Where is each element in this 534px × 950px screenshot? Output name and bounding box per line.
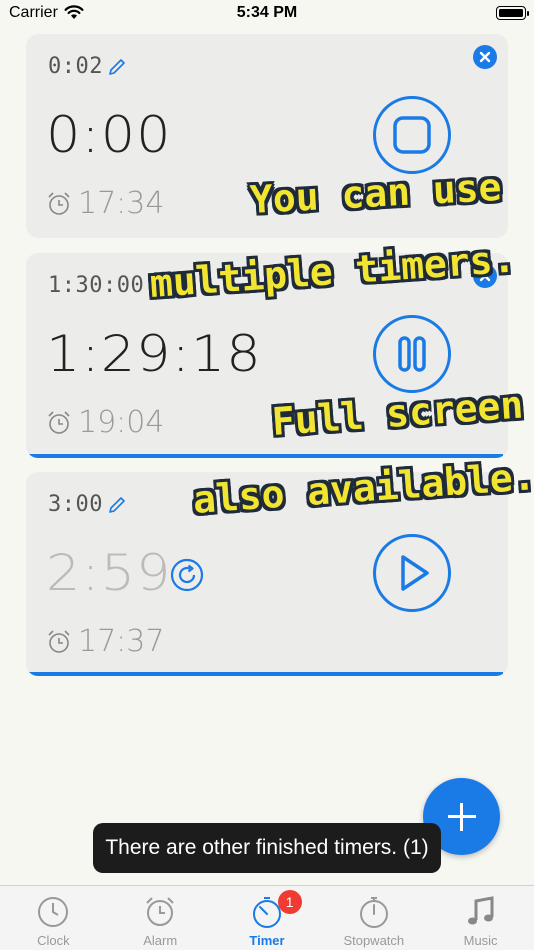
tab-label: Alarm	[143, 933, 178, 948]
tab-label: Clock	[37, 933, 70, 948]
alarm-time: 17:34	[78, 186, 165, 221]
tab-timer[interactable]: 1 Timer	[214, 886, 321, 950]
tab-alarm[interactable]: Alarm	[107, 886, 214, 950]
tab-music[interactable]: Music	[427, 886, 534, 950]
music-note-icon	[467, 896, 494, 925]
timer-set-duration: 3:00	[48, 492, 103, 517]
tab-bar: Clock Alarm 1 Timer Stopwatch Music	[0, 885, 534, 950]
alarm-time: 17:37	[78, 624, 165, 659]
remove-timer-button[interactable]	[473, 45, 497, 69]
clock-icon	[38, 897, 69, 927]
status-time: 5:34 PM	[236, 4, 298, 21]
timer-remaining: 1:29:18	[46, 325, 262, 383]
alarm-icon	[146, 897, 174, 926]
stopwatch-icon	[359, 897, 388, 928]
timer-set-duration: 1:30:00	[48, 273, 145, 298]
play-icon	[401, 555, 429, 591]
toast-message: There are other finished timers. (1)	[93, 823, 441, 873]
alarm-clock-icon	[48, 411, 70, 434]
tab-stopwatch[interactable]: Stopwatch	[320, 886, 427, 950]
play-button[interactable]	[373, 534, 451, 612]
timer-remaining: 0:00	[46, 106, 172, 164]
alarm-clock-icon	[48, 630, 70, 653]
stop-button[interactable]	[373, 96, 451, 174]
timer-badge: 1	[277, 890, 302, 914]
pencil-icon[interactable]	[106, 494, 128, 516]
alarm-clock-icon	[48, 192, 70, 215]
timer-set-duration: 0:02	[48, 54, 103, 79]
reset-icon[interactable]	[170, 558, 204, 592]
tab-clock[interactable]: Clock	[0, 886, 107, 950]
pencil-icon[interactable]	[106, 56, 128, 78]
close-icon	[479, 51, 491, 63]
status-bar: Carrier 5:34 PM	[0, 0, 534, 28]
stop-icon	[393, 116, 431, 154]
tab-label: Music	[463, 933, 498, 948]
battery-icon	[496, 6, 529, 20]
tab-label: Timer	[249, 933, 285, 948]
pause-button[interactable]	[373, 315, 451, 393]
timer-progress-bar	[26, 454, 504, 458]
tab-label: Stopwatch	[343, 933, 405, 948]
timer-remaining: 2:59	[46, 544, 172, 602]
pause-icon	[398, 336, 426, 372]
timer-progress-bar	[26, 672, 504, 676]
alarm-time: 19:04	[78, 405, 165, 440]
